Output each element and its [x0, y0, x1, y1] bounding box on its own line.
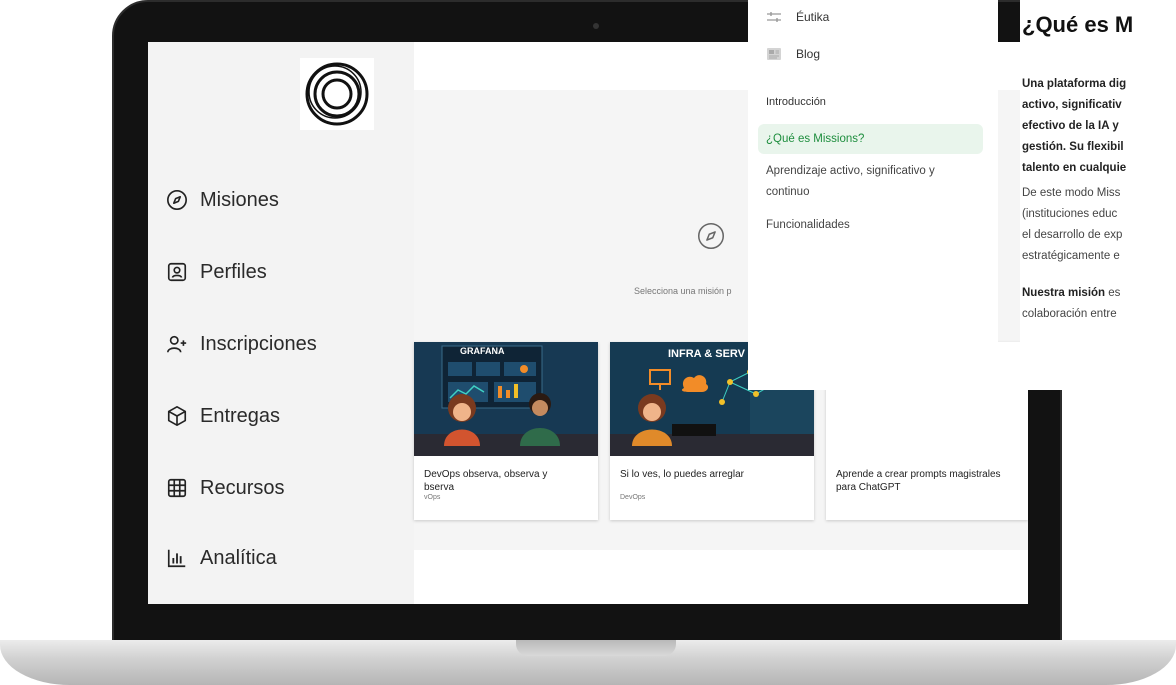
compass-icon: [167, 190, 187, 210]
newspaper-icon: [767, 48, 781, 60]
sidebar-item-label: Misiones: [200, 188, 279, 211]
docs-link-blog[interactable]: Blog: [766, 47, 820, 61]
docs-link-label: Éutika: [796, 10, 830, 24]
sidebar-item-analitica[interactable]: Analítica: [166, 540, 277, 576]
select-mission-hint: Selecciona una misión p: [634, 286, 732, 296]
profile-icon: [167, 262, 187, 282]
card-title: DevOps observa, observa y bserva: [424, 469, 548, 493]
card-banner: INFRA & SERV: [668, 348, 746, 360]
docs-link-eutika[interactable]: Éutika: [766, 10, 829, 24]
docs-link-label: Blog: [796, 47, 821, 61]
toc-item-aprendizaje[interactable]: Aprendizaje activo, significativo y cont…: [766, 161, 976, 203]
sidebar-item-label: Entregas: [200, 404, 281, 427]
laptop-notch: [516, 640, 676, 656]
sliders-icon: [767, 12, 781, 22]
docs-article: ¿Qué es M Una plataforma dig activo, sig…: [1020, 0, 1176, 390]
card-title: Si lo ves, lo puedes arreglar: [620, 469, 744, 480]
card-title: Aprende a crear prompts magistrales para…: [836, 469, 1001, 493]
sidebar-item-label: Inscripciones: [200, 332, 317, 355]
bar-chart-icon: [167, 549, 186, 568]
toc-item-que-es-missions[interactable]: ¿Qué es Missions?: [758, 124, 983, 154]
mission-card-grafana[interactable]: GRAFANA DevOps observa, observa y bserva…: [414, 342, 598, 520]
card-tag: DevOps: [620, 494, 646, 501]
sidebar-item-inscripciones[interactable]: Inscripciones: [166, 326, 317, 362]
article-title: ¿Qué es M: [1022, 12, 1134, 37]
logo-circles-icon: [305, 62, 369, 126]
article-mission-paragraph: Nuestra misión es colaboración entre: [1022, 287, 1121, 320]
sidebar-item-label: Analítica: [200, 546, 277, 569]
sidebar-item-label: Perfiles: [200, 260, 267, 283]
toc-item-funcionalidades[interactable]: Funcionalidades: [766, 215, 976, 236]
sidebar-item-perfiles[interactable]: Perfiles: [166, 254, 267, 290]
card-tag: vOps: [424, 494, 441, 501]
article-lead-paragraph: Una plataforma dig activo, significativ …: [1022, 78, 1127, 174]
user-plus-icon: [167, 335, 187, 353]
grid-icon: [167, 478, 187, 498]
sidebar-item-misiones[interactable]: Misiones: [166, 182, 279, 218]
box-icon: [167, 406, 187, 426]
docs-navigation: Éutika Blog Introducción ¿Qué es Mission…: [748, 0, 998, 390]
card-banner: GRAFANA: [460, 346, 505, 356]
app-sidebar: Misiones Perfiles Inscripciones Entregas…: [148, 42, 414, 604]
docs-section-title: Introducción: [766, 96, 826, 108]
sidebar-item-recursos[interactable]: Recursos: [166, 470, 284, 506]
card-illustration: [414, 342, 598, 456]
compass-icon: [697, 222, 725, 250]
sidebar-item-label: Recursos: [200, 476, 285, 499]
article-paragraph: De este modo Miss (instituciones educ el…: [1022, 187, 1123, 262]
camera-icon: [593, 23, 599, 29]
sidebar-item-entregas[interactable]: Entregas: [166, 398, 280, 434]
logo: [300, 58, 374, 130]
